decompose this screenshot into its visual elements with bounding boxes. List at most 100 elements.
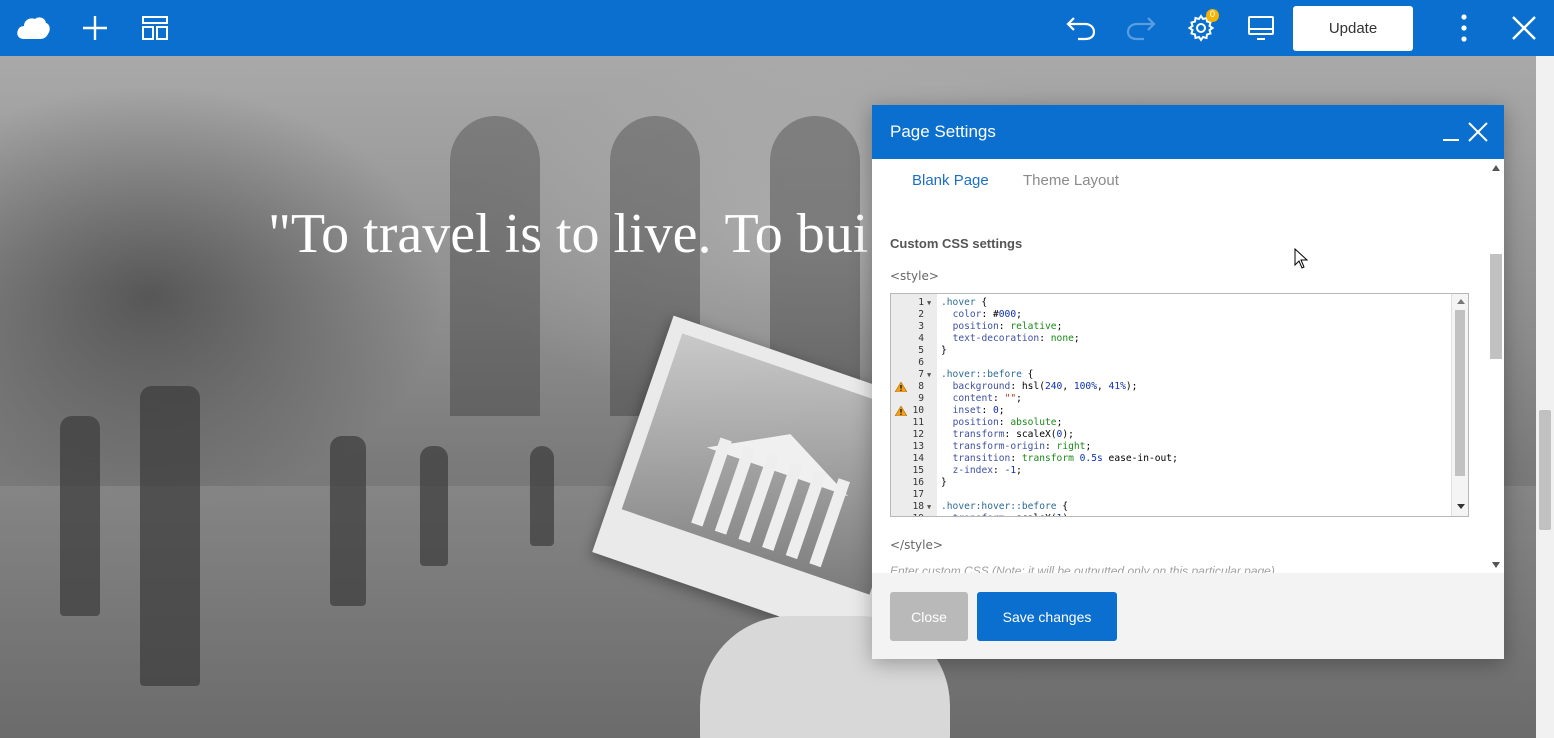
line-number: 8	[918, 381, 924, 392]
code-line[interactable]: 3 position: relative;	[891, 321, 1451, 333]
cloud-logo-icon[interactable]	[13, 8, 53, 48]
line-number: 2	[918, 309, 924, 320]
fold-toggle-icon[interactable]: ▼	[927, 297, 931, 309]
code-line[interactable]: 5}	[891, 345, 1451, 357]
tab-blank-page[interactable]: Blank Page	[912, 172, 989, 189]
page-scrollbar-thumb[interactable]	[1539, 410, 1551, 530]
code-line[interactable]: 4 text-decoration: none;	[891, 333, 1451, 345]
code-line[interactable]: 19 transform: scaleX(1);	[891, 513, 1451, 516]
line-number: 14	[912, 453, 924, 464]
code-line[interactable]: 6	[891, 357, 1451, 369]
code-line[interactable]: 12 transform: scaleX(0);	[891, 429, 1451, 441]
editor-scroll-up-icon[interactable]	[1457, 299, 1465, 304]
line-number: 1	[918, 297, 924, 308]
modal-footer: Close Save changes	[872, 573, 1504, 659]
undo-icon[interactable]	[1061, 8, 1101, 48]
line-number: 10	[912, 405, 924, 416]
tab-theme-layout[interactable]: Theme Layout	[1023, 172, 1119, 189]
code-text: transform: scaleX(1);	[941, 513, 1074, 516]
top-toolbar: 0 Update	[0, 0, 1554, 56]
style-close-tag: </style>	[890, 538, 943, 552]
code-text: }	[941, 345, 947, 356]
fold-toggle-icon[interactable]: ▼	[927, 501, 931, 513]
line-number: 11	[912, 417, 924, 428]
background-person	[530, 446, 554, 546]
modal-close-icon[interactable]	[1466, 120, 1490, 144]
update-button[interactable]: Update	[1293, 6, 1413, 51]
modal-scroll-up-icon[interactable]	[1492, 165, 1500, 171]
line-number: 17	[912, 489, 924, 500]
code-line[interactable]: 2 color: #000;	[891, 309, 1451, 321]
code-text: transform-origin: right;	[952, 441, 1092, 452]
editor-scrollbar[interactable]	[1451, 294, 1468, 516]
modal-body-scrollbar[interactable]	[1489, 159, 1504, 573]
custom-css-section-label: Custom CSS settings	[890, 236, 1023, 251]
modal-title: Page Settings	[890, 122, 996, 141]
code-text: text-decoration: none;	[952, 333, 1080, 344]
custom-css-hint: Enter custom CSS (Note: it will be outpu…	[890, 564, 1275, 573]
code-text: .hover {	[941, 297, 988, 308]
line-number: 4	[918, 333, 924, 344]
style-open-tag: <style>	[890, 269, 939, 283]
code-text: transform: scaleX(0);	[952, 429, 1074, 440]
line-number: 9	[918, 393, 924, 404]
code-text: color: #000;	[952, 309, 1022, 320]
fold-toggle-icon[interactable]: ▼	[927, 369, 931, 381]
close-button[interactable]: Close	[890, 592, 968, 641]
code-text: position: absolute;	[952, 417, 1063, 428]
minimize-icon[interactable]	[1440, 121, 1462, 143]
code-line[interactable]: 7 ▼ .hover::before {	[891, 369, 1451, 381]
line-number: 3	[918, 321, 924, 332]
modal-scroll-down-icon[interactable]	[1492, 562, 1500, 568]
line-number: 5	[918, 345, 924, 356]
code-line[interactable]: 17	[891, 489, 1451, 501]
close-icon[interactable]	[1504, 8, 1544, 48]
code-line[interactable]: 9 content: "";	[891, 393, 1451, 405]
modal-body: Blank Page Theme Layout Custom CSS setti…	[872, 159, 1504, 573]
mouse-cursor-icon	[1294, 247, 1309, 270]
background-person	[420, 446, 448, 566]
page-scrollbar[interactable]	[1536, 56, 1554, 738]
code-line[interactable]: 1 ▼ .hover {	[891, 297, 1451, 309]
code-text: background: hsl(240, 100%, 41%);	[952, 381, 1138, 392]
background-person	[60, 416, 100, 616]
code-text: inset: 0;	[952, 405, 1005, 416]
code-text: content: "";	[952, 393, 1022, 404]
code-text: transition: transform 0.5s ease-in-out;	[952, 453, 1178, 464]
code-line[interactable]: 10 inset: 0;	[891, 405, 1451, 417]
line-number: 16	[912, 477, 924, 488]
code-line[interactable]: 14 transition: transform 0.5s ease-in-ou…	[891, 453, 1451, 465]
line-number: 18	[912, 501, 924, 512]
background-person	[330, 436, 366, 606]
code-line[interactable]: 8 background: hsl(240, 100%, 41%);	[891, 381, 1451, 393]
desktop-icon[interactable]	[1241, 8, 1281, 48]
settings-badge: 0	[1206, 9, 1219, 22]
layout-icon[interactable]	[135, 8, 175, 48]
line-number: 12	[912, 429, 924, 440]
plus-icon[interactable]	[75, 8, 115, 48]
code-text: position: relative;	[952, 321, 1063, 332]
editor-scroll-down-icon[interactable]	[1457, 504, 1465, 509]
code-line[interactable]: 13 transform-origin: right;	[891, 441, 1451, 453]
redo-icon[interactable]	[1121, 8, 1161, 48]
more-vertical-icon[interactable]	[1444, 8, 1484, 48]
code-text: .hover:hover::before {	[941, 501, 1069, 512]
line-number: 7	[918, 369, 924, 380]
code-text: .hover::before {	[941, 369, 1034, 380]
code-line[interactable]: 18 ▼ .hover:hover::before {	[891, 501, 1451, 513]
line-number: 6	[918, 357, 924, 368]
gear-icon[interactable]: 0	[1181, 8, 1221, 48]
editor-scrollbar-thumb[interactable]	[1455, 310, 1465, 476]
modal-header[interactable]: Page Settings	[872, 105, 1504, 159]
code-line[interactable]: 11 position: absolute;	[891, 417, 1451, 429]
line-number: 15	[912, 465, 924, 476]
line-number: 19	[903, 513, 924, 516]
code-line[interactable]: 15 z-index: -1;	[891, 465, 1451, 477]
save-changes-button[interactable]: Save changes	[977, 592, 1117, 641]
css-code-editor[interactable]: 1 ▼ .hover {2 color: #000; 3 position: rela…	[890, 293, 1469, 517]
modal-scrollbar-thumb[interactable]	[1490, 254, 1502, 359]
code-text: }	[941, 477, 947, 488]
code-text: z-index: -1;	[952, 465, 1022, 476]
code-line[interactable]: 16}	[891, 477, 1451, 489]
hero-quote-text[interactable]: "To travel is to live. To bui	[268, 202, 868, 266]
